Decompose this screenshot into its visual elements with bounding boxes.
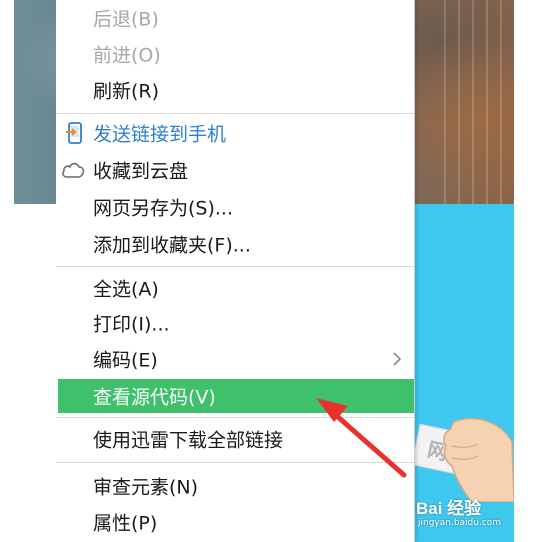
menu-item-add-to-favorites[interactable]: 添加到收藏夹(F)... (56, 227, 414, 261)
hand-illustration (443, 417, 514, 502)
background-margin-left (0, 0, 14, 542)
menu-item-label: 打印(I)... (93, 313, 170, 336)
background-stripes (444, 0, 514, 204)
menu-item-download-all-links[interactable]: 使用迅雷下载全部链接 (56, 422, 414, 456)
menu-item-label: 编码(E) (93, 349, 158, 372)
menu-item-label: 使用迅雷下载全部链接 (93, 429, 284, 452)
menu-item-select-all[interactable]: 全选(A) (56, 271, 414, 305)
menu-item-label: 前进(O) (93, 44, 161, 67)
watermark-url: jingyan.baidu.com (418, 518, 502, 528)
menu-item-properties[interactable]: 属性(P) (56, 505, 414, 539)
menu-separator (56, 266, 414, 267)
menu-item-label: 刷新(R) (93, 80, 160, 103)
menu-separator (56, 113, 414, 114)
menu-item-label: 全选(A) (93, 278, 159, 301)
watermark: Bai 经验 jingyan.baidu.com (414, 494, 514, 542)
menu-item-refresh[interactable]: 刷新(R) (56, 73, 414, 107)
phone-send-icon (66, 122, 82, 144)
context-menu: 后退(B) 前进(O) 刷新(R) 发送链接到手机 收藏到云盘 网页另存为(S)… (56, 0, 415, 542)
menu-item-save-to-cloud[interactable]: 收藏到云盘 (56, 153, 414, 187)
menu-item-label: 添加到收藏夹(F)... (93, 234, 251, 257)
menu-item-encoding[interactable]: 编码(E) (56, 342, 414, 376)
menu-item-label: 网页另存为(S)... (93, 197, 234, 220)
menu-item-label: 属性(P) (93, 512, 158, 535)
menu-item-forward[interactable]: 前进(O) (56, 37, 414, 71)
menu-item-label: 发送链接到手机 (93, 123, 227, 146)
menu-separator (56, 462, 414, 463)
menu-item-label: 收藏到云盘 (93, 160, 189, 183)
menu-item-save-page-as[interactable]: 网页另存为(S)... (56, 190, 414, 224)
menu-separator (56, 417, 414, 418)
cloud-icon (62, 162, 85, 178)
watermark-logo: Bai 经验 (416, 499, 482, 518)
menu-item-label: 审查元素(N) (93, 476, 199, 499)
menu-item-label: 后退(B) (93, 8, 159, 31)
menu-item-send-link-to-phone[interactable]: 发送链接到手机 (56, 116, 414, 150)
background-margin-right (514, 0, 542, 542)
menu-item-label: 查看源代码(V) (93, 386, 216, 409)
menu-item-print[interactable]: 打印(I)... (56, 306, 414, 340)
menu-item-view-source[interactable]: 查看源代码(V) (58, 379, 414, 413)
chevron-right-icon (393, 352, 402, 366)
menu-item-back[interactable]: 后退(B) (56, 1, 414, 35)
menu-item-inspect-element[interactable]: 审查元素(N) (56, 469, 414, 503)
